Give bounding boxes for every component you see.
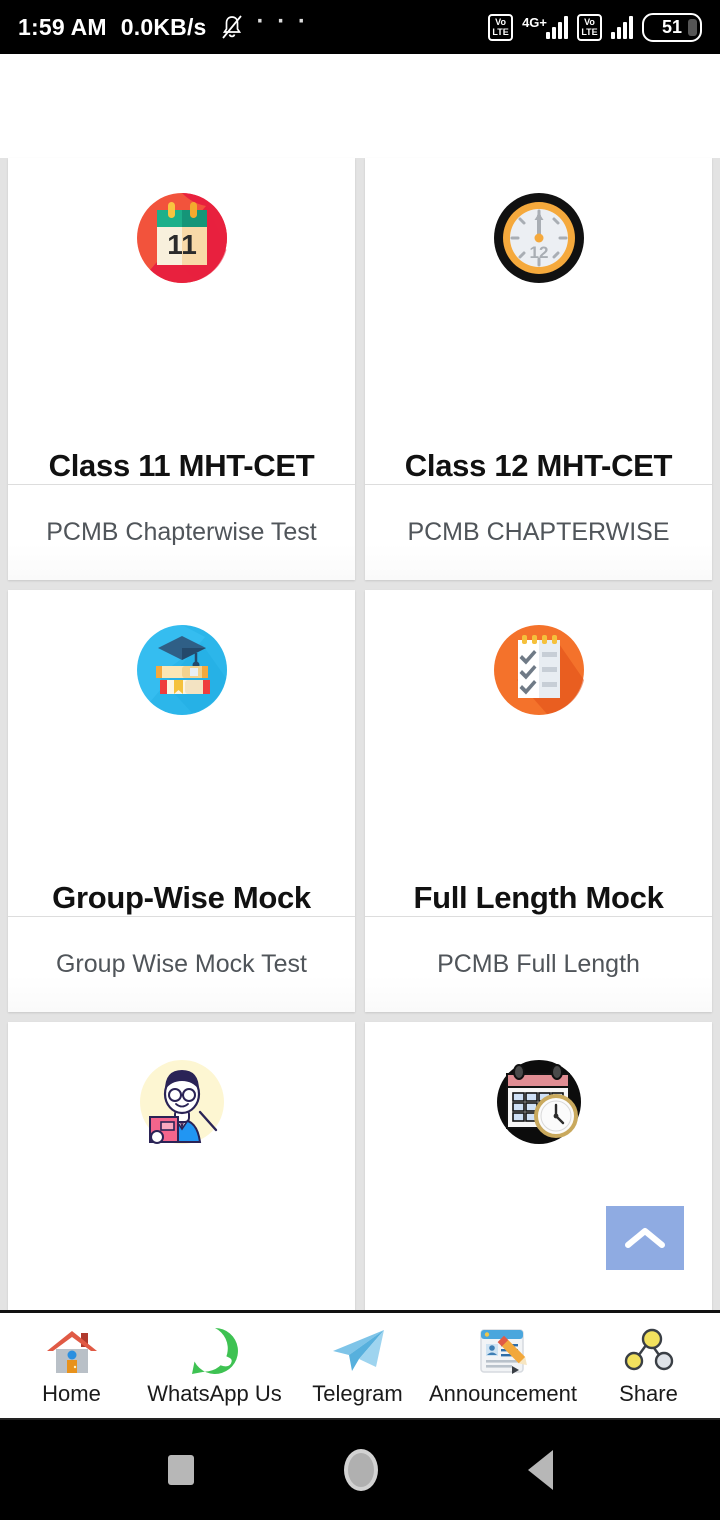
volte-bottom-label-2: LTE [581,27,598,37]
main-content: 11 Class 11 MHT-CET PCMB Chapterwise Tes… [0,54,720,1310]
card-class-12-top: 12 [365,158,712,418]
nav-item-share[interactable]: Share [577,1325,720,1407]
card-video-lectures[interactable]: Video Lectures Free Lectures [8,1022,355,1310]
card-full-length-mock-top [365,590,712,850]
card-class-11-subtitle: PCMB Chapterwise Test [8,485,355,580]
bell-muted-icon [221,14,243,40]
phone-screen: 1:59 AM 0.0KB/s · · · Vo LTE 4G+ Vo LTE … [0,0,720,1520]
teacher-icon [130,1050,234,1154]
signal-bars-icon-1 [546,15,568,39]
card-video-lectures-top [8,1022,355,1282]
volte-top-label-2: Vo [584,17,595,27]
nav-item-home[interactable]: Home [0,1325,143,1407]
status-bar-right: Vo LTE 4G+ Vo LTE 51 [488,12,702,42]
nav-label-share: Share [619,1380,678,1406]
home-circle-icon[interactable] [343,1449,378,1491]
battery-indicator: 51 [642,12,702,42]
card-group-wise-mock[interactable]: Group-Wise Mock Group Wise Mock Test [8,590,355,1012]
back-triangle-icon[interactable] [527,1450,553,1490]
nav-label-home: Home [42,1380,101,1406]
status-bar: 1:59 AM 0.0KB/s · · · Vo LTE 4G+ Vo LTE … [0,0,720,54]
nav-label-telegram: Telegram [312,1380,403,1406]
card-full-length-mock-title: Full Length Mock [413,880,664,915]
volte-icon-sim1: Vo LTE [488,13,514,41]
card-class-12-title: Class 12 MHT-CET [404,448,673,483]
nav-item-whatsapp[interactable]: WhatsApp Us [143,1325,286,1407]
status-bar-left: 1:59 AM 0.0KB/s · · · [18,8,309,41]
volte-icon-sim2: Vo LTE [577,13,602,41]
telegram-paper-plane-icon [329,1325,387,1377]
network-speed: 0.0KB/s [120,13,207,40]
nav-item-announcement[interactable]: Announcement [429,1325,577,1407]
overflow-dots-icon: · · · [256,8,309,35]
status-time: 1:59 AM [18,13,107,40]
card-group-wise-mock-top [8,590,355,850]
house-icon [43,1325,101,1377]
clock-hour-number: 12 [529,243,548,262]
chevron-up-icon [624,1225,666,1251]
nav-label-whatsapp: WhatsApp Us [147,1380,282,1406]
card-group-wise-mock-title: Group-Wise Mock [52,880,311,915]
card-full-length-mock[interactable]: Full Length Mock PCMB Full Length [365,590,712,1012]
battery-level-label: 51 [661,16,683,37]
clock-12-icon: 12 [487,186,591,290]
top-white-area [0,54,720,158]
announcement-form-icon [474,1325,532,1377]
scroll-to-top-button[interactable] [606,1206,684,1270]
network-type-label: 4G+ [522,15,547,30]
calendar-day-number: 11 [167,229,197,260]
volte-top-label: Vo [495,17,506,27]
nav-label-announcement: Announcement [429,1380,577,1406]
card-full-length-mock-subtitle: PCMB Full Length [365,917,712,1012]
checklist-notepad-icon [487,618,591,722]
share-nodes-icon [620,1325,678,1377]
volte-bottom-label: LTE [492,27,509,37]
graduation-books-icon [130,618,234,722]
signal-bars-icon-2 [611,15,633,39]
card-class-12[interactable]: 12 Class 12 MHT-CET PCMB CHAPTERWISE [365,158,712,580]
recents-square-icon[interactable] [167,1455,194,1485]
bottom-navigation-bar: Home WhatsApp Us Telegram Announcement S… [0,1310,720,1420]
card-class-12-subtitle: PCMB CHAPTERWISE [365,485,712,580]
calendar-clock-icon [487,1050,591,1154]
card-class-11-title: Class 11 MHT-CET [48,448,315,483]
calendar-11-icon: 11 [130,186,234,290]
card-class-11[interactable]: 11 Class 11 MHT-CET PCMB Chapterwise Tes… [8,158,355,580]
card-class-11-top: 11 [8,158,355,418]
nav-item-telegram[interactable]: Telegram [286,1325,429,1407]
whatsapp-icon [186,1325,244,1377]
dashboard-grid: 11 Class 11 MHT-CET PCMB Chapterwise Tes… [0,158,720,1310]
android-system-nav [0,1420,720,1520]
card-group-wise-mock-subtitle: Group Wise Mock Test [8,917,355,1012]
signal-sim1: 4G+ [522,15,568,39]
